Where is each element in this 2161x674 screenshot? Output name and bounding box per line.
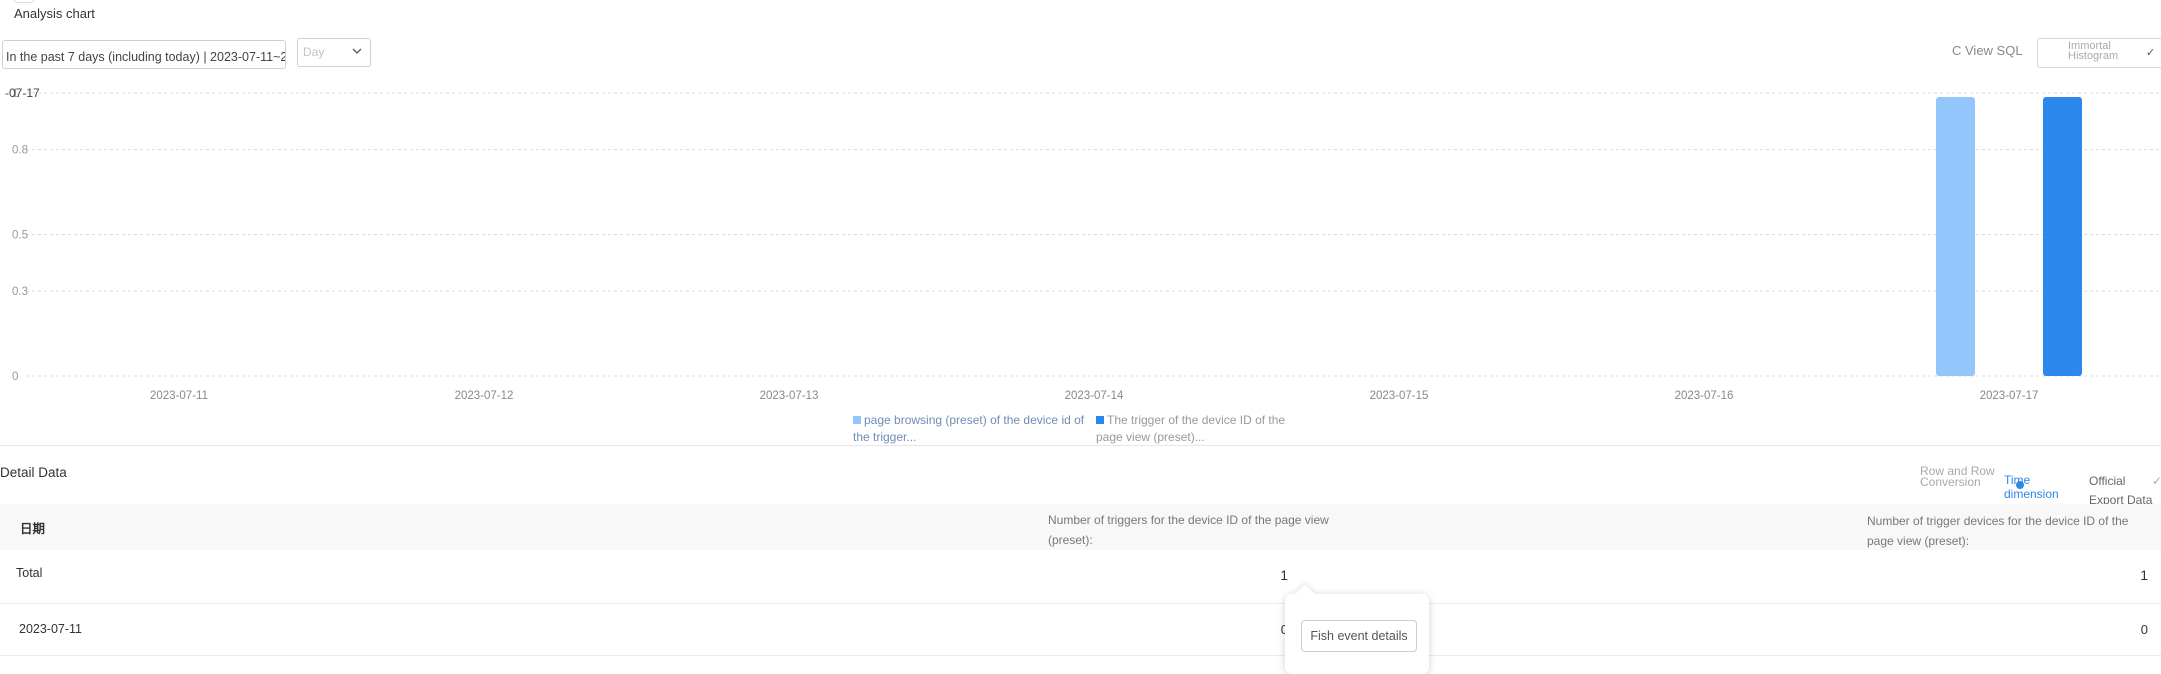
time-dimension-toggle[interactable]: Time dimension xyxy=(2004,473,2059,501)
table-row-date: 2023-07-11 xyxy=(19,622,83,636)
time-dimension-label-2: dimension xyxy=(2004,487,2059,501)
bar-series-2 xyxy=(2043,97,2082,376)
toggle-dot-icon xyxy=(2016,481,2024,489)
date-range-overflow: -07-17 xyxy=(5,86,40,100)
time-dimension-label-1: Time xyxy=(2004,473,2031,487)
chart-type-label-2: Histogram xyxy=(2068,50,2119,62)
table-row-trigger-devices[interactable]: 0 xyxy=(2130,622,2148,637)
x-tick-label: 2023-07-16 xyxy=(1675,390,1734,402)
x-tick-label: 2023-07-13 xyxy=(760,390,819,402)
chevron-down-icon xyxy=(352,45,362,59)
row-divider xyxy=(0,655,2161,656)
chart-type-select[interactable]: Immortal Histogram ✓ xyxy=(2037,38,2161,68)
legend-swatch xyxy=(1096,416,1104,424)
detail-data-title: Detail Data xyxy=(0,465,67,480)
legend-item-series-1[interactable]: page browsing (preset) of the device id … xyxy=(853,412,1089,446)
row-divider xyxy=(0,603,2161,604)
section-divider xyxy=(0,445,2161,446)
bar-series-1 xyxy=(1936,97,1975,376)
x-tick-label: 2023-07-12 xyxy=(455,390,514,402)
x-tick-label: 2023-07-11 xyxy=(150,390,208,402)
column-header-date[interactable]: 日期 xyxy=(20,518,45,537)
official-button[interactable]: Official xyxy=(2089,474,2125,488)
bar-chart: 10.80.50.30-07-172023-07-11 2023-07-12 202… xyxy=(5,86,2161,402)
check-icon: ✓ xyxy=(2152,474,2161,488)
x-tick-label: 2023-07-15 xyxy=(1370,390,1429,402)
y-tick-label: 0.8 xyxy=(12,145,28,157)
x-tick-label: 2023-07-17 xyxy=(1980,390,2039,402)
total-row-label: Total xyxy=(16,566,43,580)
row-conversion-toggle[interactable]: Row and Row Conversion xyxy=(1920,465,1995,489)
check-icon: ✓ xyxy=(2146,47,2156,59)
granularity-select[interactable]: Day xyxy=(297,38,371,67)
legend-swatch xyxy=(853,416,861,424)
x-tick-label: 2023-07-14 xyxy=(1065,390,1124,402)
row-conversion-label-2: Conversion xyxy=(1920,475,1981,489)
legend-label: The trigger of the device ID of the page… xyxy=(1096,413,1286,444)
event-details-button[interactable]: Fish event details xyxy=(1301,620,1417,652)
date-range-picker[interactable]: In the past 7 days (including today) | 2… xyxy=(2,40,286,69)
top-tab-handle[interactable] xyxy=(14,0,34,3)
y-tick-label: 0 xyxy=(12,371,18,383)
legend-label: page browsing (preset) of the device id … xyxy=(853,413,1085,444)
granularity-value: Day xyxy=(303,45,325,59)
view-sql-button[interactable]: C View SQL xyxy=(1952,43,2023,58)
legend-item-series-2[interactable]: The trigger of the device ID of the page… xyxy=(1096,412,1296,446)
column-header-trigger-count[interactable]: Number of triggers for the device ID of … xyxy=(1048,510,1348,550)
y-tick-label: 0.5 xyxy=(12,230,28,242)
total-trigger-count[interactable]: 1 xyxy=(1270,567,1288,583)
column-header-trigger-devices[interactable]: Number of trigger devices for the device… xyxy=(1867,511,2157,551)
analysis-chart-title: Analysis chart xyxy=(14,6,95,21)
total-trigger-devices[interactable]: 1 xyxy=(2130,567,2148,583)
y-tick-label: 0.3 xyxy=(12,286,28,298)
